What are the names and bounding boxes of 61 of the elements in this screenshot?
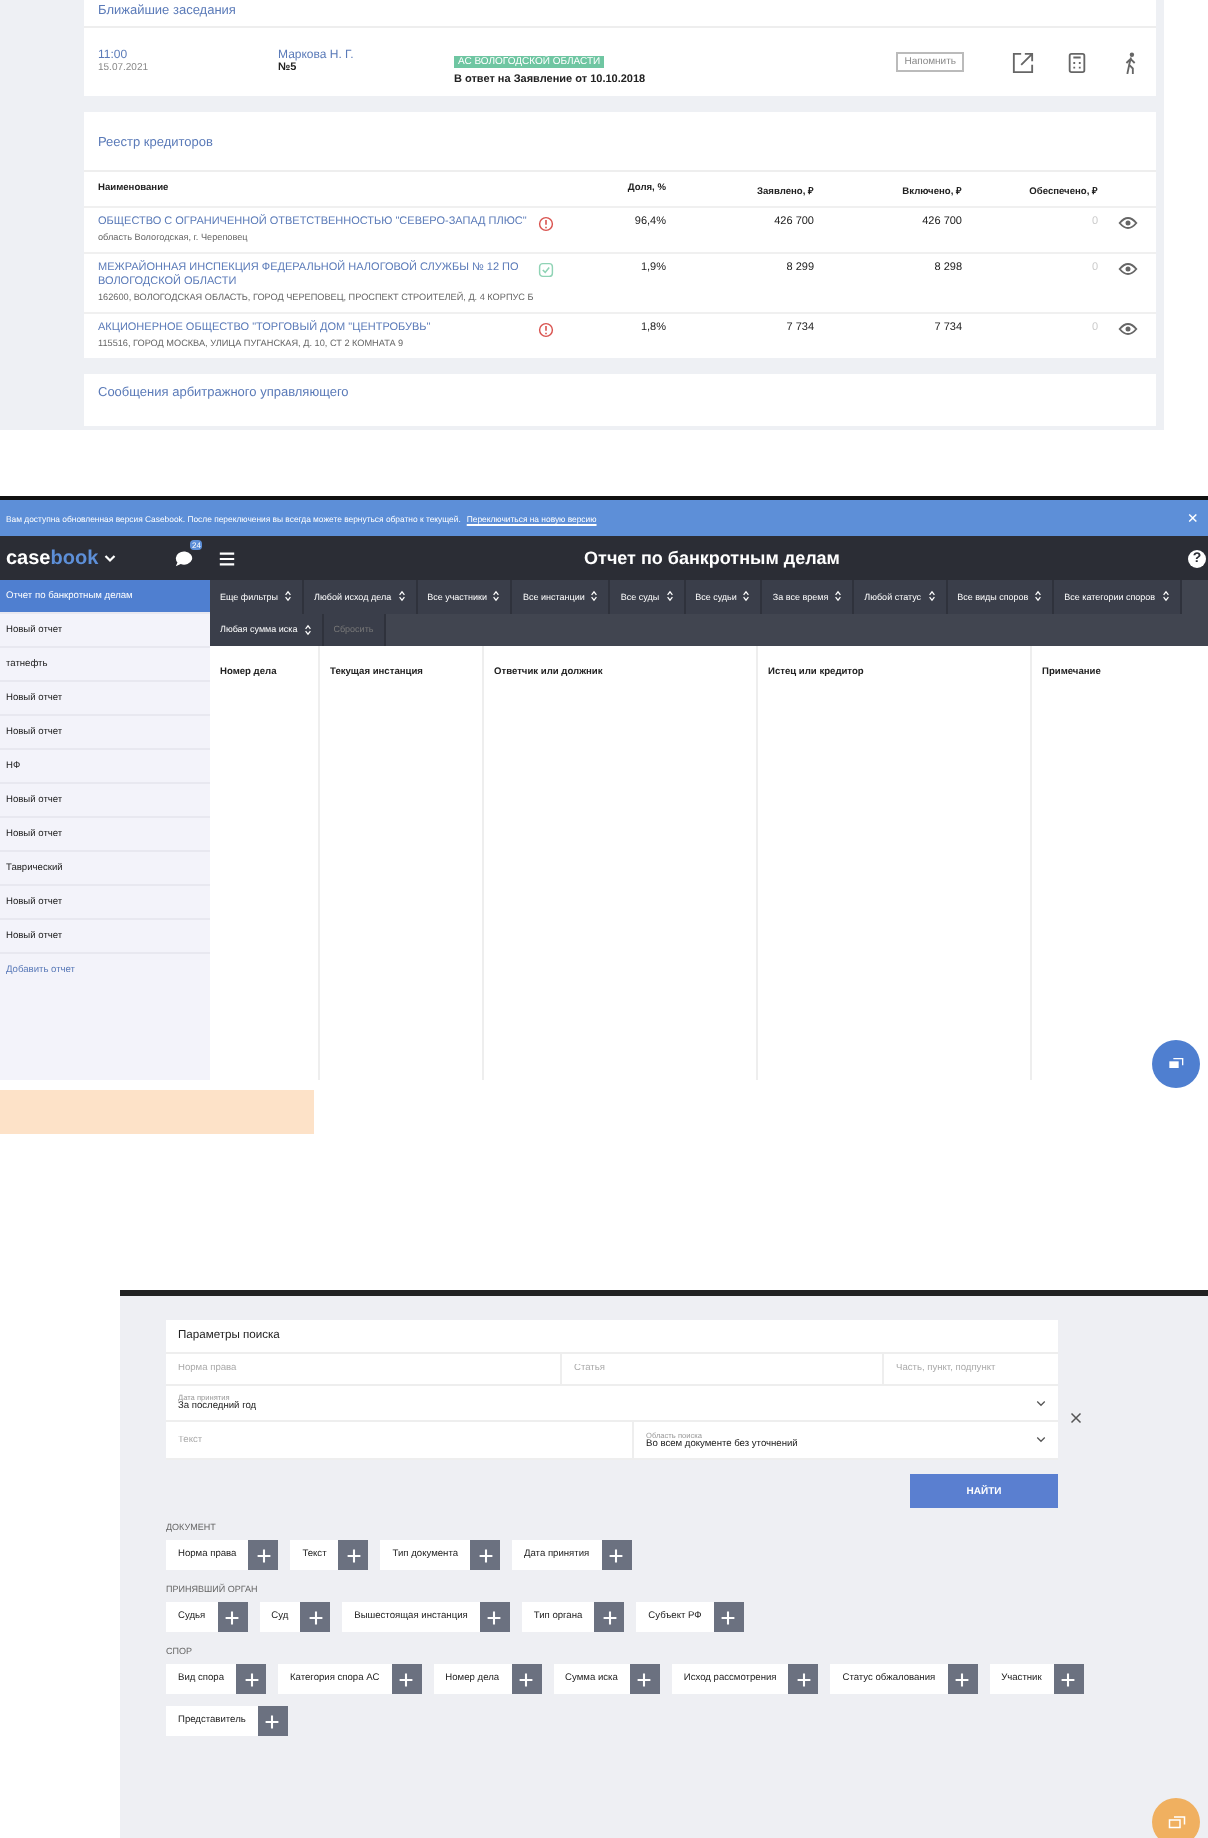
plus-icon xyxy=(345,1547,362,1563)
chevron-down-icon xyxy=(1036,1436,1046,1444)
add-button[interactable] xyxy=(594,1602,625,1632)
chat-button[interactable] xyxy=(1152,1040,1200,1088)
add-button[interactable] xyxy=(236,1664,267,1694)
sort-arrows-icon xyxy=(742,590,751,603)
plus-icon xyxy=(255,1547,272,1563)
logo[interactable]: casebook xyxy=(6,547,99,569)
sort-arrows-icon xyxy=(665,590,674,603)
sort-arrows-icon xyxy=(1034,590,1043,603)
sort-arrows-icon xyxy=(590,590,599,603)
plus-icon xyxy=(608,1547,625,1563)
plus-icon xyxy=(486,1609,503,1625)
external-link-icon[interactable] xyxy=(1012,51,1034,73)
plus-icon xyxy=(243,1671,260,1687)
eye-icon[interactable] xyxy=(1118,262,1138,276)
sort-arrows-icon xyxy=(303,623,312,636)
add-button[interactable] xyxy=(947,1664,978,1694)
add-button[interactable] xyxy=(511,1664,542,1694)
sort-arrows-icon xyxy=(492,590,501,603)
chevron-down-icon xyxy=(1036,1399,1046,1407)
menu-icon[interactable] xyxy=(218,549,236,567)
report-title: Отчет по банкротным делам xyxy=(582,548,842,568)
chat-icon xyxy=(1168,1056,1184,1072)
add-button[interactable] xyxy=(248,1540,279,1570)
sort-arrows-icon xyxy=(927,590,936,603)
add-button[interactable] xyxy=(257,1706,288,1736)
clear-icon[interactable] xyxy=(1070,1412,1082,1424)
add-button[interactable] xyxy=(391,1664,422,1694)
plus-icon xyxy=(518,1671,535,1687)
plus-icon xyxy=(601,1609,618,1625)
chat-icon xyxy=(1167,1813,1185,1831)
add-button[interactable] xyxy=(479,1602,510,1632)
add-button[interactable] xyxy=(713,1602,744,1632)
chevron-down-icon[interactable] xyxy=(104,553,117,563)
chat-icon[interactable] xyxy=(174,549,194,567)
add-button[interactable] xyxy=(300,1602,331,1632)
plus-icon xyxy=(954,1671,971,1687)
eye-icon[interactable] xyxy=(1118,322,1138,336)
add-button[interactable] xyxy=(788,1664,819,1694)
calculator-icon[interactable] xyxy=(1066,51,1088,73)
plus-icon xyxy=(477,1547,493,1563)
add-button[interactable] xyxy=(338,1540,369,1570)
eye-icon[interactable] xyxy=(1118,216,1138,230)
add-button[interactable] xyxy=(629,1664,660,1694)
plus-icon xyxy=(795,1671,812,1687)
sort-arrows-icon xyxy=(1161,590,1170,603)
sort-arrows-icon xyxy=(397,590,406,603)
add-button[interactable] xyxy=(217,1602,248,1632)
plus-icon xyxy=(224,1609,241,1625)
sort-arrows-icon xyxy=(834,590,843,603)
plus-icon xyxy=(264,1713,281,1729)
plus-icon xyxy=(636,1671,653,1687)
sort-arrows-icon xyxy=(284,590,293,603)
add-button[interactable] xyxy=(1053,1664,1084,1694)
add-button[interactable] xyxy=(601,1540,632,1570)
plus-icon xyxy=(1060,1671,1077,1687)
plus-icon xyxy=(720,1609,737,1625)
plus-icon xyxy=(307,1609,324,1625)
add-button[interactable] xyxy=(470,1540,500,1570)
plus-icon xyxy=(398,1671,415,1687)
